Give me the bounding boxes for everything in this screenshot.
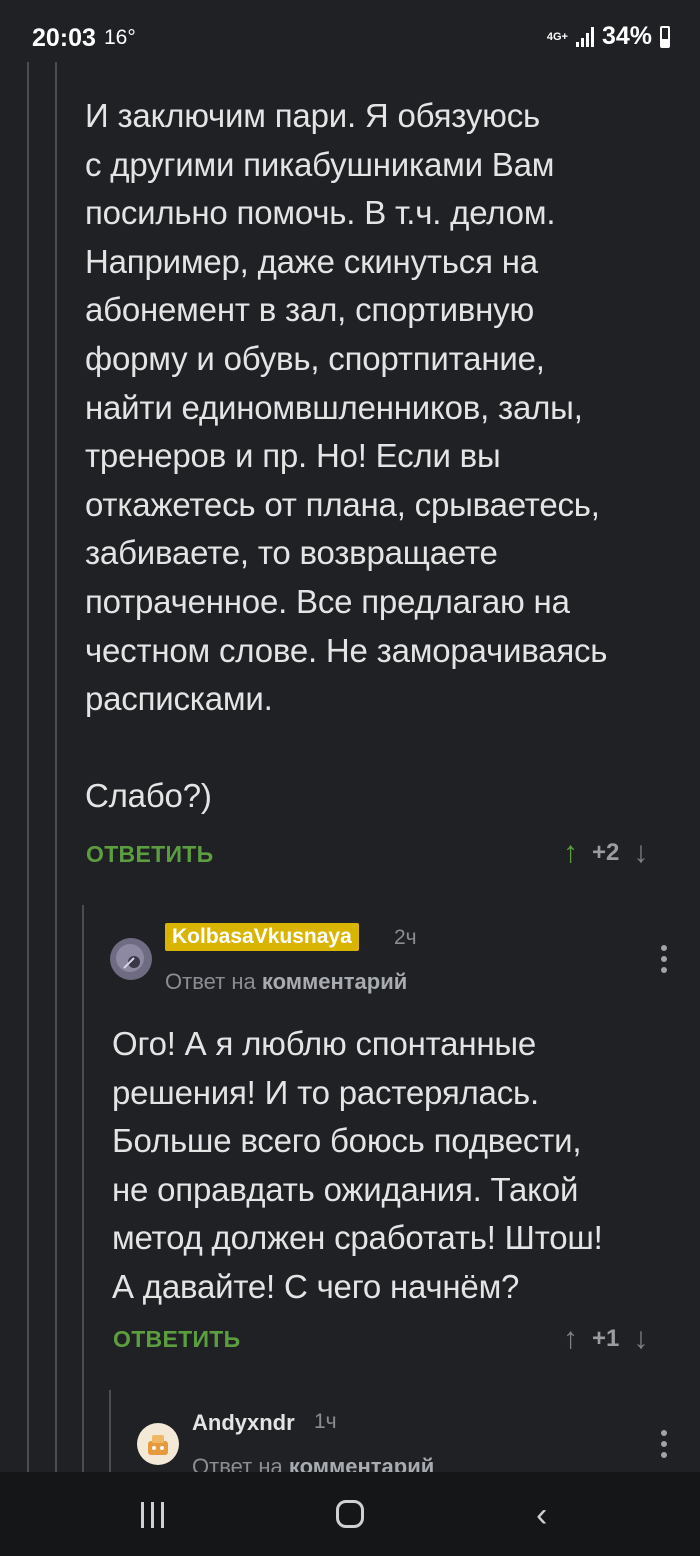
comment-line: честном слове. Не заморачиваясь xyxy=(85,631,608,669)
thread-line-level3 xyxy=(82,905,84,1472)
comment-line: расписками. xyxy=(85,680,273,718)
back-icon[interactable]: ‹ xyxy=(536,1498,547,1532)
battery-percent: 34% xyxy=(601,22,652,50)
status-temperature: 16° xyxy=(104,26,136,49)
upvote-icon[interactable]: ↑ xyxy=(563,1324,578,1354)
comment-line: не оправдать ожидания. Такой xyxy=(112,1170,579,1208)
reply-button[interactable]: ОТВЕТИТЬ xyxy=(86,841,213,868)
thread-line-level1 xyxy=(27,62,29,1472)
comment-line: А давайте! С чего начнём? xyxy=(112,1267,520,1305)
more-options-icon[interactable] xyxy=(661,945,667,973)
comment-line: Ого! А я люблю спонтанные xyxy=(112,1025,537,1062)
comment-line: потраченное. Все предлагаю на xyxy=(85,582,570,620)
network-type: 4G+ xyxy=(546,30,568,43)
recent-apps-icon[interactable] xyxy=(141,1502,164,1528)
vote-score: +1 xyxy=(592,1325,620,1352)
vote-controls: ↑ +2 ↓ xyxy=(563,838,648,868)
comment-line: форму и обувь, спортпитание, xyxy=(85,339,545,377)
avatar[interactable] xyxy=(137,1423,179,1465)
comment-line: посильно помочь. В т.ч. делом. xyxy=(85,194,556,232)
screen: 20:03 16° 4G+ 34% И заключим пари. Я обя… xyxy=(0,0,700,1556)
home-icon[interactable] xyxy=(336,1500,364,1528)
status-indicators: 4G+ 34% xyxy=(547,22,670,51)
comment-line: абонемент в зал, спортивную xyxy=(85,291,535,329)
reply-button[interactable]: ОТВЕТИТЬ xyxy=(113,1326,240,1353)
comment-line: тренеров и пр. Но! Если вы xyxy=(85,437,501,475)
more-options-icon[interactable] xyxy=(661,1430,667,1458)
downvote-icon[interactable]: ↓ xyxy=(633,838,648,868)
thread-line-level2 xyxy=(55,62,57,1472)
reply-to-link[interactable]: комментарий xyxy=(262,969,407,994)
reply-to-prefix: Ответ на xyxy=(165,969,256,994)
avatar[interactable] xyxy=(110,938,152,980)
upvote-icon[interactable]: ↑ xyxy=(563,838,578,868)
status-bar: 20:03 16° 4G+ 34% xyxy=(0,0,700,70)
vote-controls: ↑ +1 ↓ xyxy=(563,1324,648,1354)
comment-line: найти единомвшленников, залы, xyxy=(85,388,583,426)
comment-line: Больше всего боюсь подвести, xyxy=(112,1122,582,1160)
vote-score: +2 xyxy=(592,839,620,866)
comment-line: Например, даже скинуться на xyxy=(85,242,538,280)
comment-line: И заключим пари. Я обязуюсь xyxy=(85,97,540,134)
comment-line: откажетесь от плана, срываетесь, xyxy=(85,485,600,523)
username-badge[interactable]: KolbasaVkusnaya xyxy=(165,923,359,951)
time-ago: 2ч xyxy=(394,926,417,949)
signal-icon xyxy=(575,26,594,47)
status-time: 20:03 xyxy=(32,24,96,52)
comment-line: решения! И то растерялась. xyxy=(112,1073,539,1111)
username[interactable]: Andyxndr xyxy=(192,1410,295,1436)
reply-to-meta: Ответ на комментарий xyxy=(165,969,407,995)
downvote-icon[interactable]: ↓ xyxy=(633,1324,648,1354)
battery-icon xyxy=(660,25,670,48)
comment-main-text: И заключим пари. Я обязуюсь с другими пи… xyxy=(85,92,685,820)
system-nav-bar: ‹ xyxy=(0,1472,700,1556)
comment-closing-line: Слабо?) xyxy=(85,776,212,814)
time-ago: 1ч xyxy=(314,1410,337,1433)
comment-line: забиваете, то возвращаете xyxy=(85,534,498,572)
comment-line: с другими пикабушниками Вам xyxy=(85,145,555,183)
comment-reply1-text: Ого! А я люблю спонтанные решения! И то … xyxy=(112,1020,682,1312)
comment-line: метод должен сработать! Штош! xyxy=(112,1219,603,1257)
thread-line-level4 xyxy=(109,1390,111,1472)
